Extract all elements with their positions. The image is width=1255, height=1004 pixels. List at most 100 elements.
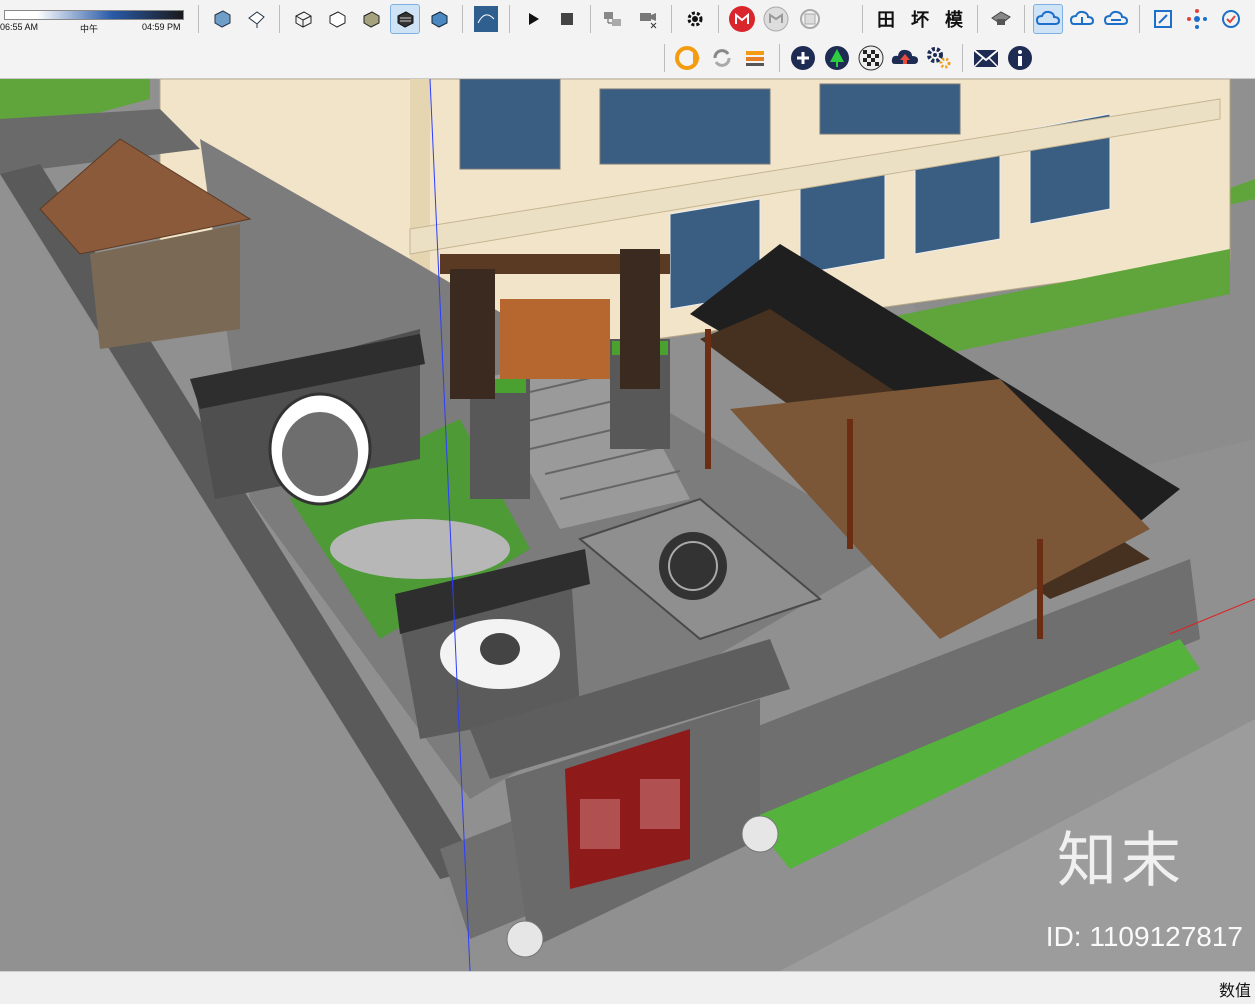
time-start-label: 06:55 AM: [0, 22, 39, 32]
watermark-id: ID: 1109127817: [1045, 921, 1243, 952]
add-circle-icon: [791, 46, 815, 70]
cloud-up-icon: [1069, 10, 1095, 25]
tree-button[interactable]: [822, 43, 852, 73]
refresh-check-button[interactable]: [1216, 4, 1246, 34]
camera-delete-button[interactable]: [633, 4, 663, 34]
hidden-line-icon: [329, 11, 346, 28]
time-noon-label: 中午: [80, 24, 99, 34]
shaded-button[interactable]: [356, 4, 386, 34]
transfer-button[interactable]: [741, 43, 771, 73]
info-icon: [1008, 46, 1032, 70]
wireframe-button[interactable]: [288, 4, 318, 34]
camera-gray-icon: [991, 11, 1011, 25]
main-toolbar: 06:55 AM 中午 04:59 PM 田 坏 模: [0, 0, 1255, 79]
toolbar-row-1: [194, 4, 825, 34]
hanzi-huai-button[interactable]: 坏: [905, 4, 935, 34]
reload-icon: [713, 49, 731, 67]
network-icon: [1187, 9, 1207, 29]
lumion-button[interactable]: [471, 4, 501, 34]
hanzi-mo-button[interactable]: 模: [939, 4, 969, 34]
top-view-button[interactable]: [241, 4, 271, 34]
reload-button[interactable]: [707, 43, 737, 73]
export-button[interactable]: [599, 4, 629, 34]
toolbar-separator: [977, 5, 978, 33]
cloud-down-icon: [1103, 10, 1129, 25]
checker-icon: [858, 45, 884, 71]
mail-icon: [973, 49, 999, 68]
enscape-icon: [675, 46, 700, 70]
shaded-texture-icon: [397, 11, 414, 28]
cloud-up-button[interactable]: [1067, 4, 1097, 34]
m-gray-icon: [763, 6, 789, 32]
toolbar-separator: [962, 44, 963, 72]
shadow-time-slider[interactable]: 06:55 AM 中午 04:59 PM: [0, 4, 190, 34]
lumion-icon: [474, 6, 498, 32]
toolbar-separator: [462, 5, 463, 33]
export-icon: [604, 12, 621, 26]
toolbar-separator: [664, 44, 665, 72]
stop-button[interactable]: [552, 4, 582, 34]
toolbar-separator: [862, 5, 863, 33]
sync-gray-button[interactable]: [795, 4, 825, 34]
model-viewport[interactable]: 知末 ID: 1109127817: [0, 79, 1255, 971]
toolbar-row-1-right: 田 坏 模: [858, 4, 1246, 34]
fullscreen-icon: [1154, 10, 1172, 28]
status-measurement-label: 数值: [1218, 983, 1251, 1000]
toolbar-separator: [509, 5, 510, 33]
refresh-check-icon: [1222, 10, 1240, 28]
toolbar-separator: [1139, 5, 1140, 33]
stop-icon: [561, 13, 573, 25]
settings-gears-button[interactable]: [924, 43, 954, 73]
toolbar-separator: [198, 5, 199, 33]
play-button[interactable]: [518, 4, 548, 34]
m-gray-button[interactable]: [761, 4, 791, 34]
shaded-icon: [363, 11, 380, 28]
play-icon: [529, 13, 539, 25]
iso-view-icon: [214, 10, 231, 28]
cloud-upload-icon: [891, 49, 918, 64]
settings-button[interactable]: [680, 4, 710, 34]
monochrome-button[interactable]: [424, 4, 454, 34]
iso-view-button[interactable]: [207, 4, 237, 34]
cloud-sync-icon: [1035, 10, 1061, 25]
hidden-line-button[interactable]: [322, 4, 352, 34]
info-button[interactable]: [1005, 43, 1035, 73]
toolbar-separator: [590, 5, 591, 33]
fullscreen-button[interactable]: [1148, 4, 1178, 34]
cloud-sync-button[interactable]: [1033, 4, 1063, 34]
watermark-brand: 知末: [1057, 826, 1185, 896]
cloud-upload-button[interactable]: [890, 43, 920, 73]
toolbar-separator: [718, 5, 719, 33]
toolbar-separator: [779, 44, 780, 72]
hanzi-mo-label: 模: [945, 10, 963, 31]
enscape-button[interactable]: [673, 43, 703, 73]
transfer-icon: [746, 51, 764, 66]
camera-delete-icon: [640, 13, 657, 29]
sync-gray-icon: [800, 9, 820, 29]
camera-gray-button[interactable]: [986, 4, 1016, 34]
hanzi-tian-button[interactable]: 田: [871, 4, 901, 34]
add-circle-button[interactable]: [788, 43, 818, 73]
m-red-icon: [729, 6, 755, 32]
tree-icon: [825, 46, 849, 70]
mail-button[interactable]: [971, 43, 1001, 73]
settings-gears-icon: [927, 47, 951, 69]
network-button[interactable]: [1182, 4, 1212, 34]
checker-button[interactable]: [856, 43, 886, 73]
toolbar-row-2: [660, 43, 1035, 73]
wireframe-icon: [295, 11, 312, 28]
cloud-down-button[interactable]: [1101, 4, 1131, 34]
time-gradient-bar[interactable]: [4, 10, 184, 20]
hanzi-tian-label: 田: [877, 10, 895, 31]
toolbar-separator: [279, 5, 280, 33]
time-end-label: 04:59 PM: [142, 22, 181, 32]
toolbar-separator: [671, 5, 672, 33]
m-red-button[interactable]: [727, 4, 757, 34]
shaded-texture-button[interactable]: [390, 4, 420, 34]
gear-icon: [687, 11, 703, 27]
top-view-icon: [248, 11, 265, 28]
monochrome-icon: [431, 11, 448, 28]
toolbar-separator: [1024, 5, 1025, 33]
status-bar: 数值: [0, 971, 1255, 1004]
hanzi-huai-label: 坏: [911, 10, 929, 31]
